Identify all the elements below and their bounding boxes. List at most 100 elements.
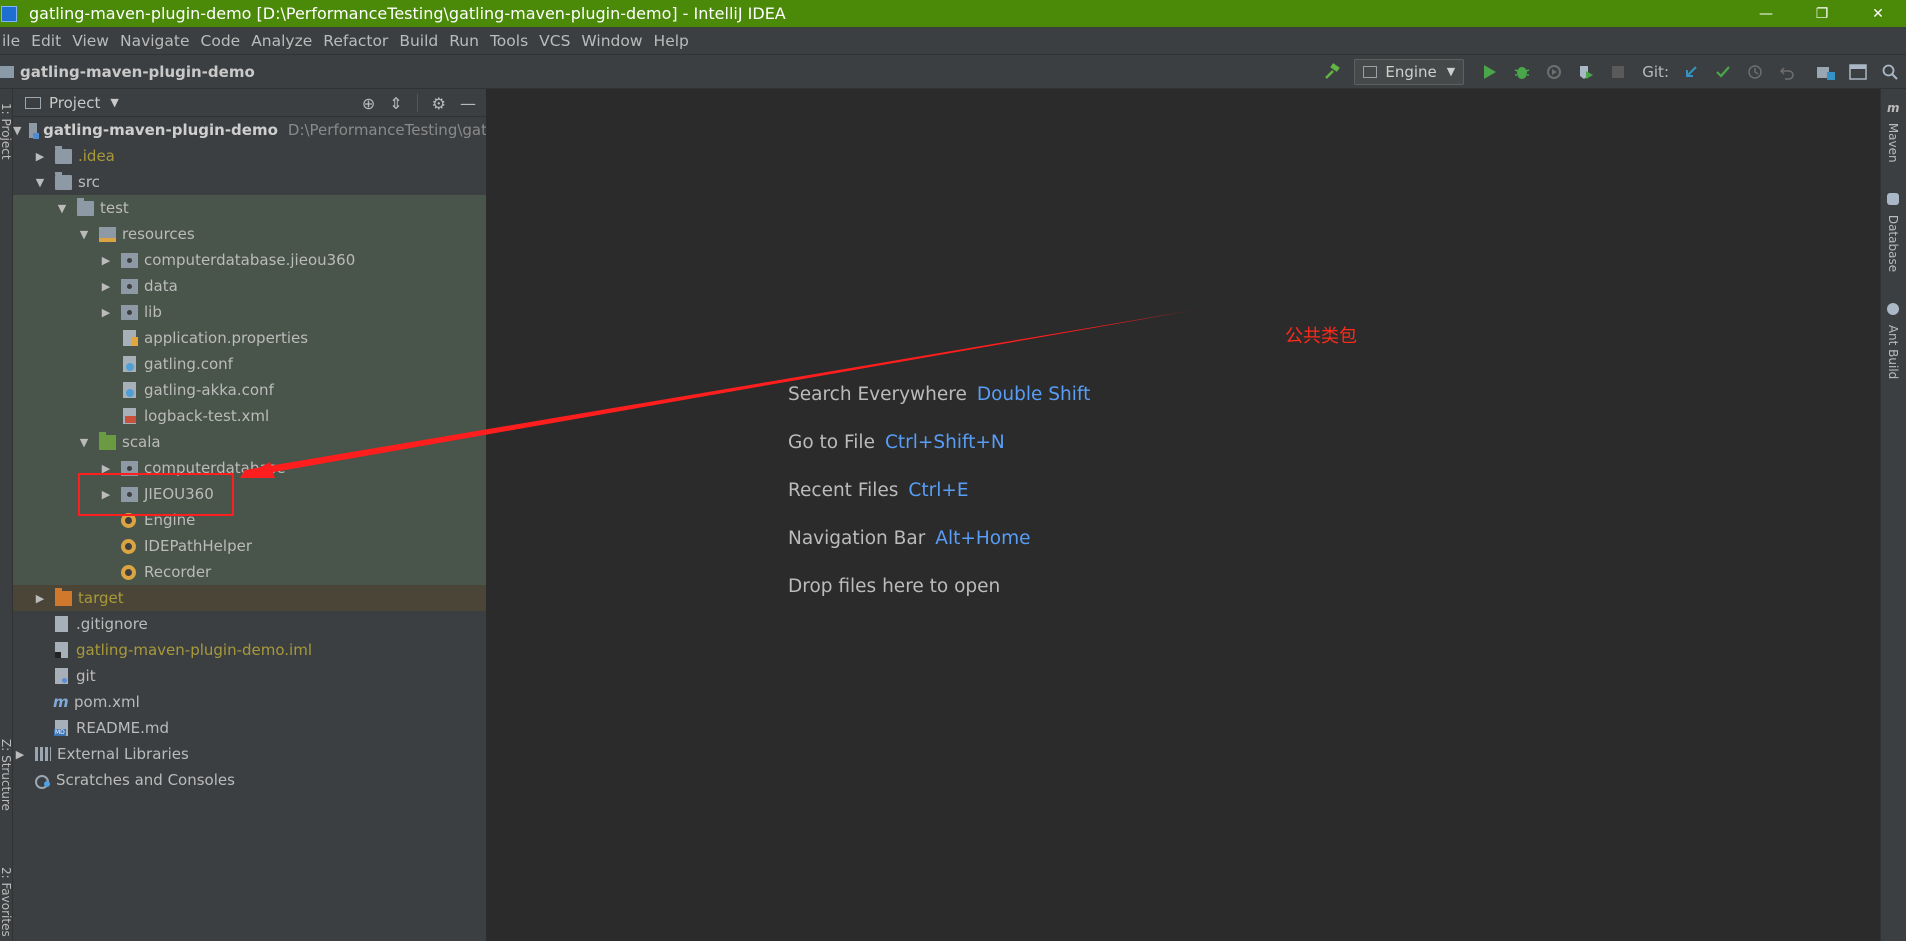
maven-tab-label: Maven xyxy=(1886,122,1900,163)
source-folder-icon xyxy=(99,431,116,450)
expand-arrow-icon[interactable]: ▼ xyxy=(77,436,91,449)
profiler-icon[interactable] xyxy=(1573,59,1599,85)
tree-node-pom-xml[interactable]: m pom.xml xyxy=(13,689,486,715)
stop-icon[interactable] xyxy=(1605,59,1631,85)
chevron-down-icon[interactable]: ▼ xyxy=(110,96,118,109)
restore-icon[interactable]: ❐ xyxy=(1794,0,1850,27)
tree-node-label: src xyxy=(78,173,100,191)
tree-node-idea[interactable]: ▶ .idea xyxy=(13,143,486,169)
collapse-all-icon[interactable]: ⇕ xyxy=(389,94,402,113)
git-rollback-icon[interactable] xyxy=(1774,59,1800,85)
menu-vcs[interactable]: VCS xyxy=(537,32,578,50)
hint-shortcut: Alt+Home xyxy=(935,528,1031,549)
config-file-icon xyxy=(123,382,136,398)
database-icon xyxy=(1887,193,1899,205)
menu-analyze[interactable]: Analyze xyxy=(249,32,320,50)
hide-panel-icon[interactable]: — xyxy=(460,94,476,113)
expand-arrow-icon[interactable]: ▼ xyxy=(13,124,21,137)
collapsed-arrow-icon[interactable]: ▶ xyxy=(33,592,47,605)
menu-code[interactable]: Code xyxy=(199,32,249,50)
git-commit-icon[interactable] xyxy=(1710,59,1736,85)
breadcrumb[interactable]: gatling-maven-plugin-demo xyxy=(20,63,255,81)
window-controls: — ❐ ✕ xyxy=(1738,0,1906,27)
minimize-icon[interactable]: — xyxy=(1738,0,1794,27)
tree-node-label: application.properties xyxy=(144,329,309,347)
tree-node-logback-test-xml[interactable]: logback-test.xml xyxy=(13,403,486,429)
git-label: Git: xyxy=(1642,62,1669,81)
tree-node-readme[interactable]: README.md xyxy=(13,715,486,741)
menu-file[interactable]: ile xyxy=(0,32,28,50)
project-tool-tab[interactable]: 1: Project xyxy=(0,103,13,160)
tree-node-gatling-akka-conf[interactable]: gatling-akka.conf xyxy=(13,377,486,403)
menu-help[interactable]: Help xyxy=(652,32,697,50)
excluded-folder-icon xyxy=(55,587,72,606)
expand-arrow-icon[interactable]: ▼ xyxy=(55,202,69,215)
menu-tools[interactable]: Tools xyxy=(488,32,536,50)
editor-area[interactable]: Search Everywhere Double Shift Go to File… xyxy=(487,89,1880,941)
git-update-icon[interactable] xyxy=(1678,59,1704,85)
build-hammer-icon[interactable] xyxy=(1319,59,1345,85)
run-coverage-icon[interactable] xyxy=(1541,59,1567,85)
debug-icon[interactable] xyxy=(1509,59,1535,85)
close-icon[interactable]: ✕ xyxy=(1850,0,1906,27)
favorites-tool-tab[interactable]: 2: Favorites xyxy=(0,867,13,937)
tree-node-test[interactable]: ▼ test xyxy=(13,195,486,221)
tree-node-lib[interactable]: ▶ lib xyxy=(13,299,486,325)
collapsed-arrow-icon[interactable]: ▶ xyxy=(33,150,47,163)
maven-tool-tab[interactable]: m Maven xyxy=(1886,101,1900,163)
tree-node-git[interactable]: git xyxy=(13,663,486,689)
menu-run[interactable]: Run xyxy=(447,32,487,50)
tree-node-external-libraries[interactable]: ▶ External Libraries xyxy=(13,741,486,767)
text-file-icon xyxy=(55,616,68,632)
menu-window[interactable]: Window xyxy=(579,32,650,50)
tree-node-computerdatabase-jieou360[interactable]: ▶ computerdatabase.jieou360 xyxy=(13,247,486,273)
tree-node-label: Scratches and Consoles xyxy=(56,771,235,789)
search-icon[interactable] xyxy=(1877,59,1903,85)
database-tool-tab[interactable]: Database xyxy=(1886,193,1900,272)
git-history-icon[interactable] xyxy=(1742,59,1768,85)
collapsed-arrow-icon[interactable]: ▶ xyxy=(99,280,113,293)
tree-node-src[interactable]: ▼ src xyxy=(13,169,486,195)
tree-node-application-properties[interactable]: application.properties xyxy=(13,325,486,351)
tree-node-root[interactable]: ▼ gatling-maven-plugin-demo D:\Performan… xyxy=(13,117,487,143)
hint-shortcut: Ctrl+E xyxy=(908,480,969,501)
hint-shortcut: Ctrl+Shift+N xyxy=(884,432,1005,453)
menu-build[interactable]: Build xyxy=(397,32,446,50)
run-config-label: Engine xyxy=(1385,62,1437,81)
project-view-select[interactable]: Project xyxy=(49,94,100,112)
menu-view[interactable]: View xyxy=(70,32,117,50)
expand-arrow-icon[interactable]: ▼ xyxy=(77,228,91,241)
menu-edit[interactable]: Edit xyxy=(29,32,69,50)
collapsed-arrow-icon[interactable]: ▶ xyxy=(99,306,113,319)
run-icon[interactable] xyxy=(1477,59,1503,85)
tree-node-target[interactable]: ▶ target xyxy=(13,585,486,611)
project-structure-icon[interactable] xyxy=(1813,59,1839,85)
gear-icon[interactable]: ⚙ xyxy=(432,94,446,113)
collapsed-arrow-icon[interactable]: ▶ xyxy=(13,748,27,761)
tree-node-resources[interactable]: ▼ resources xyxy=(13,221,486,247)
tree-node-gatling-conf[interactable]: gatling.conf xyxy=(13,351,486,377)
maven-icon: m xyxy=(1887,101,1900,115)
collapsed-arrow-icon[interactable]: ▶ xyxy=(99,254,113,267)
tree-node-label: computerdatabase.jieou360 xyxy=(144,251,356,269)
tree-node-label: README.md xyxy=(76,719,170,737)
menu-refactor[interactable]: Refactor xyxy=(321,32,396,50)
expand-arrow-icon[interactable]: ▼ xyxy=(33,176,47,189)
tree-node-scala[interactable]: ▼ scala xyxy=(13,429,486,455)
structure-tool-tab[interactable]: Z: Structure xyxy=(0,739,13,811)
presentation-mode-icon[interactable] xyxy=(1845,59,1871,85)
ant-build-tool-tab[interactable]: Ant Build xyxy=(1886,303,1900,379)
tree-node-path: D:\PerformanceTesting\gat xyxy=(287,121,487,139)
locate-file-icon[interactable]: ⊕ xyxy=(362,94,375,113)
tree-node-label: data xyxy=(144,277,178,295)
run-configuration-select[interactable]: Engine ▼ xyxy=(1354,58,1465,85)
tree-node-scratches[interactable]: Scratches and Consoles xyxy=(13,767,486,793)
tree-node-recorder[interactable]: Recorder xyxy=(13,559,486,585)
menu-navigate[interactable]: Navigate xyxy=(118,32,198,50)
tree-node-iml[interactable]: gatling-maven-plugin-demo.iml xyxy=(13,637,486,663)
tree-node-label: git xyxy=(76,667,96,685)
resources-folder-icon xyxy=(99,226,116,242)
tree-node-data[interactable]: ▶ data xyxy=(13,273,486,299)
tree-node-idepathhelper[interactable]: IDEPathHelper xyxy=(13,533,486,559)
tree-node-gitignore[interactable]: .gitignore xyxy=(13,611,486,637)
